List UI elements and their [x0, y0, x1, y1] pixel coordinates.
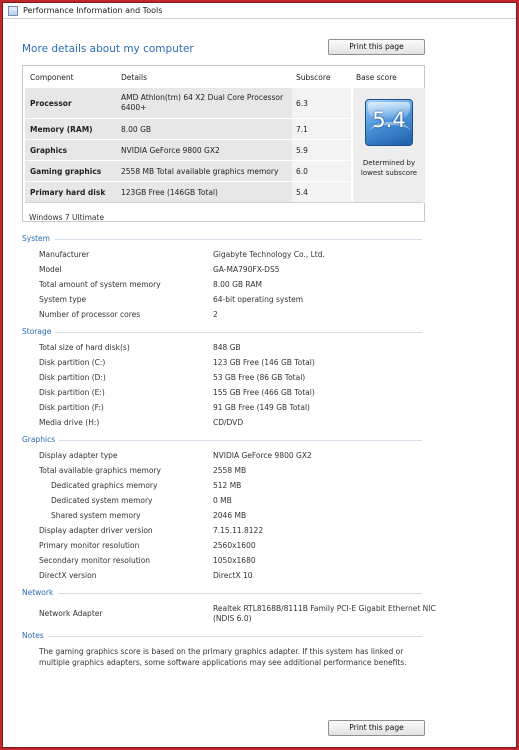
info-value: 8.00 GB RAM: [213, 280, 262, 289]
info-label: Dedicated system memory: [51, 496, 153, 505]
component-subscore: 6.0: [296, 167, 308, 176]
score-row-graphics: Graphics NVIDIA GeForce 9800 GX2 5.9: [25, 140, 351, 160]
info-value: 2046 MB: [213, 511, 247, 520]
header-subscore: Subscore: [296, 73, 331, 82]
base-score-note: Determined by lowest subscore: [360, 159, 418, 177]
info-label: Total amount of system memory: [39, 280, 161, 289]
score-row-memory: Memory (RAM) 8.00 GB 7.1: [25, 119, 351, 139]
info-label: Number of processor cores: [39, 310, 141, 319]
component-name: Processor: [30, 99, 72, 108]
info-label: Disk partition (D:): [39, 373, 106, 382]
component-details: 123GB Free (146GB Total): [121, 188, 218, 197]
info-label: Media drive (H:): [39, 418, 100, 427]
title-bar[interactable]: Performance Information and Tools: [3, 3, 516, 19]
section-title-storage: Storage: [22, 327, 52, 336]
score-row-processor: Processor AMD Athlon(tm) 64 X2 Dual Core…: [25, 88, 351, 118]
info-label: Manufacturer: [39, 250, 90, 259]
info-value: 123 GB Free (146 GB Total): [213, 358, 315, 367]
base-score-box: 5.4 Determined by lowest subscore: [353, 88, 425, 203]
info-value: 1050x1680: [213, 556, 256, 565]
info-label: Model: [39, 265, 62, 274]
component-subscore: 5.4: [296, 188, 308, 197]
section-title-system: System: [22, 234, 50, 243]
info-label: Secondary monitor resolution: [39, 556, 151, 565]
print-button-top[interactable]: Print this page: [328, 39, 425, 55]
info-label: Display adapter driver version: [39, 526, 153, 535]
info-label: Dedicated graphics memory: [51, 481, 158, 490]
header-component: Component: [30, 73, 74, 82]
info-label: Disk partition (C:): [39, 358, 106, 367]
performance-window: Performance Information and Tools More d…: [2, 2, 517, 748]
info-value: 91 GB Free (149 GB Total): [213, 403, 310, 412]
window-icon: [8, 6, 18, 16]
component-details: 2558 MB Total available graphics memory: [121, 167, 279, 176]
os-edition: Windows 7 Ultimate: [29, 213, 105, 222]
info-value: 2558 MB: [213, 466, 247, 475]
info-value: 848 GB: [213, 343, 241, 352]
info-label: Display adapter type: [39, 451, 118, 460]
component-subscore: 5.9: [296, 146, 308, 155]
info-value: 155 GB Free (466 GB Total): [213, 388, 315, 397]
component-name: Memory (RAM): [30, 125, 93, 134]
info-label: System type: [39, 295, 87, 304]
page-title: More details about my computer: [22, 43, 194, 55]
component-name: Gaming graphics: [30, 167, 102, 176]
info-value: DirectX 10: [213, 571, 253, 580]
base-score-value: 5.4: [372, 108, 406, 132]
info-label: Primary monitor resolution: [39, 541, 140, 550]
section-title-network: Network: [22, 588, 54, 597]
print-button-bottom[interactable]: Print this page: [328, 720, 425, 736]
info-value: Gigabyte Technology Co., Ltd.: [213, 250, 325, 259]
info-value: 64-bit operating system: [213, 295, 304, 304]
info-value: 2560x1600: [213, 541, 256, 550]
info-value: CD/DVD: [213, 418, 244, 427]
info-value-line1: Realtek RTL8168B/8111B Family PCI-E Giga…: [213, 604, 436, 613]
content-area: More details about my computer Print thi…: [3, 20, 516, 747]
info-label: Network Adapter: [39, 609, 103, 618]
score-table: Component Details Subscore Base score Pr…: [22, 65, 425, 222]
component-name: Primary hard disk: [30, 188, 106, 197]
info-value: 2: [213, 310, 218, 319]
info-label: Disk partition (E:): [39, 388, 105, 397]
score-row-hard-disk: Primary hard disk 123GB Free (146GB Tota…: [25, 182, 351, 202]
section-title-graphics: Graphics: [22, 435, 56, 444]
info-value: NVIDIA GeForce 9800 GX2: [213, 451, 312, 460]
info-label: Total available graphics memory: [39, 466, 161, 475]
info-label: Shared system memory: [51, 511, 141, 520]
info-value: 512 MB: [213, 481, 242, 490]
component-subscore: 6.3: [296, 99, 308, 108]
info-label: Disk partition (F:): [39, 403, 104, 412]
base-score-badge: 5.4: [365, 99, 413, 146]
info-value: 53 GB Free (86 GB Total): [213, 373, 306, 382]
info-value: GA-MA790FX-DS5: [213, 265, 280, 274]
component-subscore: 7.1: [296, 125, 308, 134]
info-value-line2: (NDIS 6.0): [213, 614, 252, 623]
info-value: 0 MB: [213, 496, 232, 505]
section-title-notes: Notes: [22, 631, 44, 640]
header-details: Details: [121, 73, 148, 82]
header-base-score: Base score: [356, 73, 397, 82]
component-details: AMD Athlon(tm) 64 X2 Dual Core Processor…: [121, 93, 284, 112]
info-label: Total size of hard disk(s): [39, 343, 130, 352]
component-details: NVIDIA GeForce 9800 GX2: [121, 146, 220, 155]
score-row-gaming-graphics: Gaming graphics 2558 MB Total available …: [25, 161, 351, 181]
notes-text: The gaming graphics score is based on th…: [39, 647, 407, 667]
info-value: 7.15.11.8122: [213, 526, 264, 535]
window-title: Performance Information and Tools: [23, 6, 163, 15]
info-label: DirectX version: [39, 571, 97, 580]
component-name: Graphics: [30, 146, 68, 155]
component-details: 8.00 GB: [121, 125, 152, 134]
